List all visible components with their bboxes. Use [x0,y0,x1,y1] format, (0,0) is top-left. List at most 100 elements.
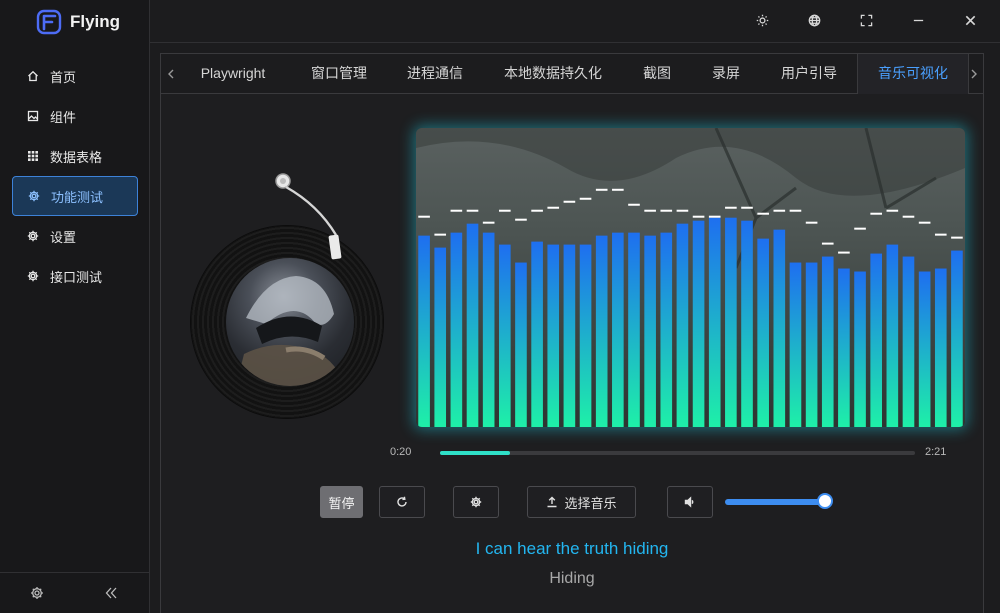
app-name: Flying [70,12,121,31]
sidebar: Flying 首页 组件 数据表格 功能测试 设置 接口测试 [0,0,150,613]
visualizer-bar [870,253,883,427]
visualizer-bar [741,220,753,427]
visualizer-peak [660,209,673,212]
audio-visualizer [416,128,965,427]
tab-window-management[interactable]: 窗口管理 [291,54,387,93]
tab-scroll-right-icon[interactable] [964,54,984,93]
visualizer-bar [498,244,511,427]
sidebar-item-components[interactable]: 组件 [12,96,138,136]
sidebar-item-home[interactable]: 首页 [12,56,138,96]
visualizer-peak [612,188,624,191]
tab-playwright[interactable]: Playwright [183,54,283,93]
visualizer-peak [563,200,576,203]
visualizer-peak [902,215,915,218]
sidebar-item-label: 接口测试 [50,269,103,285]
visualizer-bar [789,262,802,427]
visualizer-bar [902,256,915,427]
visualizer-peak [918,221,931,224]
visualizer-peak [498,209,511,212]
volume-fill [725,499,825,505]
tab-music-visualization[interactable]: 音乐可视化 [857,54,969,94]
visualizer-peak [418,215,430,218]
visualizer-bar [708,217,721,427]
visualizer-bar [482,232,495,427]
theme-sun-icon[interactable] [754,12,770,28]
tab-local-storage[interactable]: 本地数据持久化 [489,54,617,93]
visualizer-bar [725,217,737,427]
visualizer-peak [934,233,947,236]
sidebar-item-settings[interactable]: 设置 [12,216,138,256]
visualizer-peak [725,206,737,209]
grid-icon [26,149,40,163]
volume-slider-handle[interactable] [817,493,833,509]
visualizer-peak [757,212,769,215]
visualizer-bar [757,238,769,427]
visualizer-peak [692,215,705,218]
visualizer-peak [870,212,883,215]
double-chevron-left-icon[interactable] [104,586,118,600]
close-icon[interactable] [962,12,978,28]
current-lyric: I can hear the truth hiding [475,539,669,558]
title-bar [150,0,1000,43]
gear-icon [27,189,41,203]
gear-icon [26,229,40,243]
sidebar-item-label: 设置 [50,229,77,245]
tab-bar: Playwright 窗口管理 进程通信 本地数据持久化 截图 录屏 用户引导 … [161,54,983,94]
pause-button[interactable]: 暂停 [320,486,363,518]
visualizer-bar [595,235,608,427]
visualizer-bar [579,244,592,427]
upload-icon [547,496,557,508]
gear-icon[interactable] [30,586,44,600]
home-icon [26,69,40,83]
visualizer-peak [886,209,899,212]
gear-icon [26,269,40,283]
visualizer-bar [466,223,479,427]
visualizer-peak [676,209,689,212]
language-globe-icon[interactable] [806,12,822,28]
sidebar-item-label: 首页 [50,69,77,85]
sidebar-footer [0,572,149,613]
visualizer-bar [951,250,963,427]
visualizer-bar [450,232,463,427]
select-music-button[interactable]: 选择音乐 [527,486,636,518]
tab-screen-record[interactable]: 录屏 [697,54,755,93]
sidebar-item-data-table[interactable]: 数据表格 [12,136,138,176]
fullscreen-icon[interactable] [858,12,874,28]
visualizer-peak [434,233,447,236]
settings-button[interactable] [453,486,499,518]
minimize-icon[interactable] [910,12,926,28]
visualizer-bar [644,235,656,427]
tab-scroll-left-icon[interactable] [161,54,181,93]
visualizer-peak [466,209,479,212]
visualizer-bar [821,256,834,427]
sidebar-item-api-test[interactable]: 接口测试 [12,256,138,296]
tab-user-guide[interactable]: 用户引导 [765,54,853,93]
visualizer-peak [708,215,721,218]
tab-ipc[interactable]: 进程通信 [389,54,481,93]
visualizer-peak [821,242,834,245]
sidebar-item-feature-test[interactable]: 功能测试 [12,176,138,216]
visualizer-bar [434,247,447,427]
next-lyric: Hiding [549,570,595,587]
visualizer-canvas [416,128,965,427]
visualizer-peak [482,221,495,224]
album-cover [226,258,354,386]
visualizer-bar [934,268,947,427]
volume-slider[interactable] [725,499,825,505]
progress-bar[interactable] [440,451,915,455]
visualizer-bar [805,262,818,427]
visualizer-bar [628,232,640,427]
visualizer-peak [531,209,543,212]
replay-button[interactable] [379,486,425,518]
volume-button[interactable] [667,486,713,518]
visualizer-bar [854,271,866,427]
visualizer-bar [547,244,560,427]
visualizer-peak [854,227,866,230]
refresh-icon [397,496,407,507]
sidebar-item-label: 组件 [50,109,77,125]
visualizer-bar [418,235,430,427]
visualizer-bar [886,244,899,427]
tab-screenshot[interactable]: 截图 [627,54,687,93]
visualizer-bar [515,262,527,427]
visualizer-peak [595,188,608,191]
